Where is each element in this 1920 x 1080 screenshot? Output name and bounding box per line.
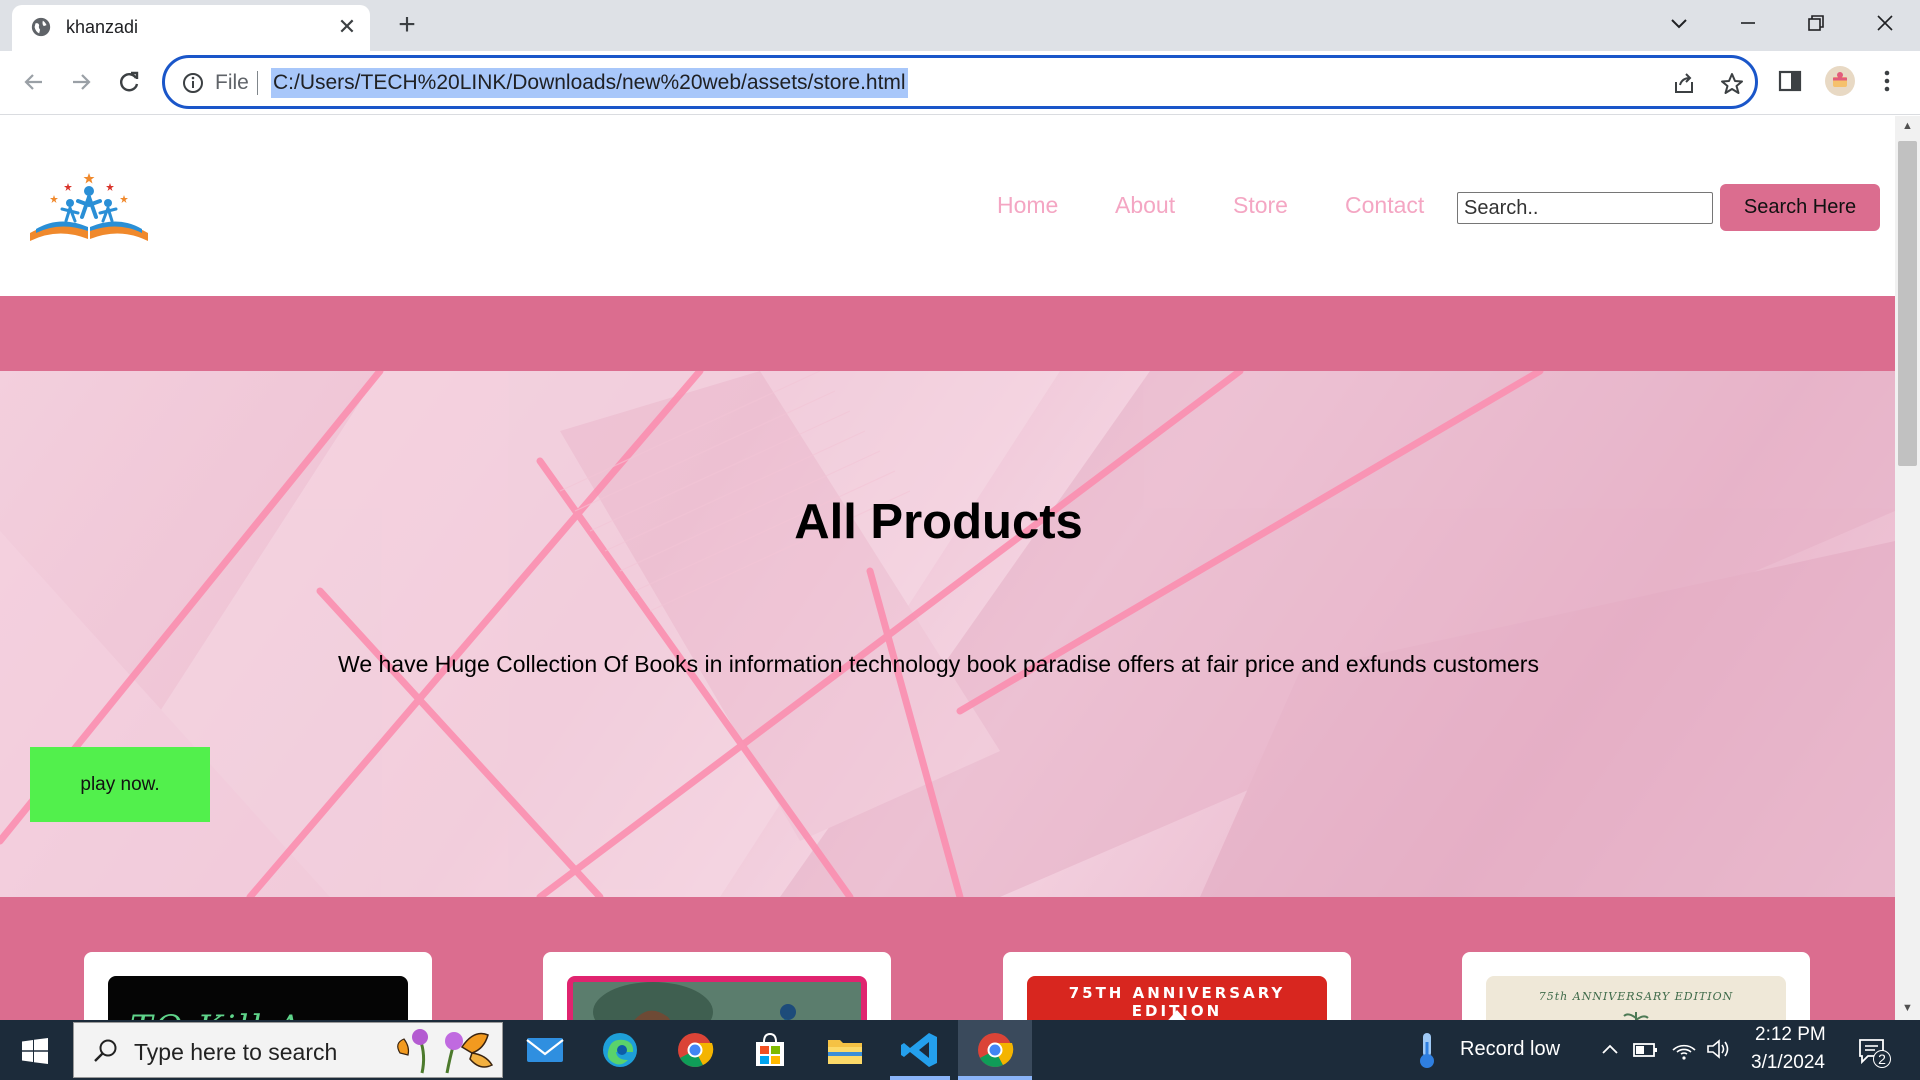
volume-icon[interactable] xyxy=(1704,1036,1732,1062)
battery-icon[interactable] xyxy=(1632,1038,1660,1062)
file-scheme-label: File xyxy=(215,71,249,94)
restore-icon[interactable] xyxy=(1804,11,1828,35)
scroll-up-arrow-icon[interactable]: ▲ xyxy=(1900,120,1915,135)
bookmark-star-icon[interactable] xyxy=(1718,70,1746,98)
browser-tab[interactable]: khanzadi ✕ xyxy=(12,5,370,51)
products-section: TO Kill A 75TH ANNIVERSARY EDITION xyxy=(0,897,1895,1020)
omnibox-divider xyxy=(257,71,258,95)
share-icon[interactable] xyxy=(1670,70,1698,98)
book-cover-image xyxy=(567,976,867,1020)
minimize-icon[interactable] xyxy=(1736,11,1760,35)
hero-background-art xyxy=(0,371,1895,897)
profile-avatar[interactable] xyxy=(1824,65,1856,97)
info-icon[interactable] xyxy=(181,71,205,95)
book-cover-image: 75TH ANNIVERSARY EDITION xyxy=(1027,976,1327,1020)
tab-title: khanzadi xyxy=(66,17,139,37)
scroll-down-arrow-icon[interactable]: ▼ xyxy=(1900,1002,1915,1017)
site-logo[interactable] xyxy=(28,171,150,245)
book-cover-title: TO Kill A xyxy=(130,1008,303,1020)
peacock-illustration xyxy=(573,982,861,1020)
vscode-icon[interactable] xyxy=(898,1028,942,1072)
weather-text[interactable]: Record low xyxy=(1460,1038,1560,1061)
chrome-icon[interactable] xyxy=(673,1028,717,1072)
product-card[interactable]: TO Kill A xyxy=(84,952,432,1020)
pink-banner-strip xyxy=(0,296,1895,371)
hero-description: We have Huge Collection Of Books in info… xyxy=(338,651,1539,677)
kebab-menu-icon[interactable] xyxy=(1872,66,1902,96)
side-panel-icon[interactable] xyxy=(1775,66,1805,96)
forward-arrow-icon[interactable] xyxy=(63,64,99,100)
close-window-icon[interactable] xyxy=(1873,11,1897,35)
hero-section: All Products We have Huge Collection Of … xyxy=(0,371,1895,897)
book-cover-image: TO Kill A xyxy=(108,976,408,1020)
microsoft-store-icon[interactable] xyxy=(748,1028,792,1072)
cover-emblem-icon xyxy=(1168,1010,1186,1020)
windows-taskbar: Type here to search Record low 2:12 PM 3… xyxy=(0,1020,1920,1080)
clock-date[interactable]: 3/1/2024 xyxy=(1751,1052,1825,1074)
address-bar[interactable]: File C:/Users/TECH%20LINK/Downloads/new%… xyxy=(162,55,1758,109)
book-cover-image: 75th ANNIVERSARY EDITION xyxy=(1486,976,1786,1020)
globe-icon xyxy=(31,17,51,37)
search-here-button[interactable]: Search Here xyxy=(1720,184,1880,231)
butterfly-flowers-icon xyxy=(397,1029,494,1074)
book-cover-edition: 75th ANNIVERSARY EDITION xyxy=(1538,990,1734,1003)
new-tab-icon[interactable]: + xyxy=(390,8,424,42)
notification-count-badge: 2 xyxy=(1873,1050,1891,1068)
file-explorer-icon[interactable] xyxy=(823,1028,867,1072)
chrome-icon[interactable] xyxy=(973,1028,1017,1072)
thermometer-icon[interactable] xyxy=(1412,1030,1442,1070)
taskbar-search-placeholder: Type here to search xyxy=(134,1039,338,1065)
chevron-up-icon[interactable] xyxy=(1598,1038,1622,1062)
play-now-button[interactable]: play now. xyxy=(30,747,210,822)
clock-time[interactable]: 2:12 PM xyxy=(1755,1024,1826,1046)
cover-plant-icon xyxy=(1623,1012,1649,1020)
page-viewport: Home About Store Contact Search Here xyxy=(0,116,1895,1020)
tab-strip: khanzadi ✕ + xyxy=(0,0,1920,51)
site-search-input[interactable] xyxy=(1457,192,1713,224)
nav-about-link[interactable]: About xyxy=(1115,192,1175,219)
search-icon xyxy=(94,1039,117,1062)
hero-title: All Products xyxy=(794,495,1083,549)
reload-icon[interactable] xyxy=(111,64,147,100)
site-header: Home About Store Contact Search Here xyxy=(0,116,1895,296)
tab-search-chevron-icon[interactable] xyxy=(1667,11,1691,35)
nav-store-link[interactable]: Store xyxy=(1233,192,1288,219)
nav-home-link[interactable]: Home xyxy=(997,192,1058,219)
tab-close-icon[interactable]: ✕ xyxy=(334,14,360,40)
product-card[interactable] xyxy=(543,952,891,1020)
edge-icon[interactable] xyxy=(598,1028,642,1072)
scrollbar-thumb[interactable] xyxy=(1898,141,1917,466)
product-card[interactable]: 75th ANNIVERSARY EDITION xyxy=(1462,952,1810,1020)
product-card[interactable]: 75TH ANNIVERSARY EDITION xyxy=(1003,952,1351,1020)
windows-start-icon[interactable] xyxy=(22,1038,48,1064)
taskbar-search-box[interactable]: Type here to search xyxy=(73,1022,503,1078)
mail-icon[interactable] xyxy=(523,1028,567,1072)
chrome-active-indicator xyxy=(958,1076,1032,1080)
nav-contact-link[interactable]: Contact xyxy=(1345,192,1424,219)
back-arrow-icon[interactable] xyxy=(16,64,52,100)
url-text[interactable]: C:/Users/TECH%20LINK/Downloads/new%20web… xyxy=(271,68,908,98)
vscode-active-indicator xyxy=(890,1076,950,1080)
wifi-icon[interactable] xyxy=(1670,1036,1698,1062)
